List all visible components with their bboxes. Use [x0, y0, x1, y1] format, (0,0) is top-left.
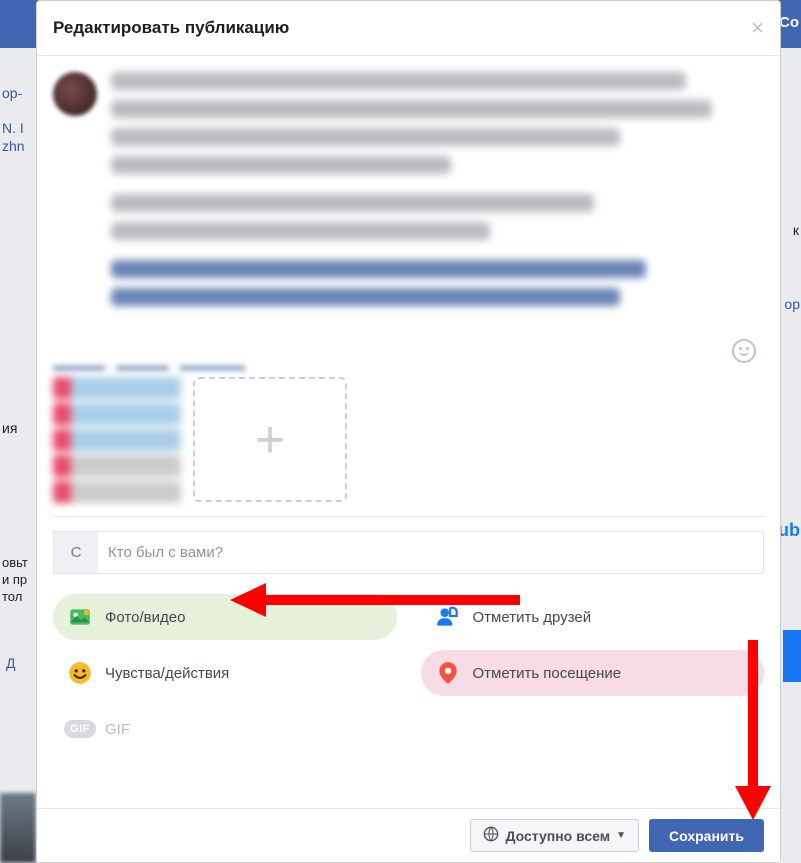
post-content-row	[53, 72, 764, 352]
bg-text: ор-	[2, 85, 22, 101]
bg-text: ор	[784, 296, 800, 312]
media-attachments-row: +	[53, 377, 764, 502]
chevron-down-icon: ▼	[616, 830, 626, 841]
tag-people-input[interactable]	[98, 532, 763, 573]
attached-media-thumbnail[interactable]	[53, 377, 181, 501]
divider	[53, 516, 764, 517]
bg-text: и пр	[2, 572, 27, 587]
tag-friends-option[interactable]: Отметить друзей	[421, 594, 765, 640]
dialog-body: ▬▬▬▬ · ▬▬▬▬ · ▬▬▬▬▬ + С Фото/видео	[37, 56, 780, 752]
bg-photo	[0, 793, 36, 863]
avatar	[53, 72, 97, 116]
photo-video-option[interactable]: Фото/видео	[53, 594, 397, 640]
feeling-icon	[67, 660, 93, 686]
dialog-title: Редактировать публикацию	[53, 18, 289, 38]
bg-text: тол	[2, 589, 22, 604]
option-label: Отметить друзей	[473, 609, 592, 626]
bg-text: ub	[778, 520, 800, 541]
gif-icon: GIF	[67, 716, 93, 742]
privacy-label: Доступно всем	[505, 828, 610, 844]
dialog-header: Редактировать публикацию ×	[37, 1, 780, 56]
bg-text: к	[793, 222, 799, 238]
option-label: Фото/видео	[105, 609, 185, 626]
bg-text: N. I	[2, 120, 24, 136]
link-preview-caption: ▬▬▬▬ · ▬▬▬▬ · ▬▬▬▬▬	[53, 358, 764, 373]
check-in-option[interactable]: Отметить посещение	[421, 650, 765, 696]
bg-blue-block	[783, 630, 801, 682]
feeling-option[interactable]: Чувства/действия	[53, 650, 397, 696]
option-label: Чувства/действия	[105, 665, 229, 682]
bg-text: Д	[6, 655, 15, 671]
option-label: Отметить посещение	[473, 665, 622, 682]
add-media-button[interactable]: +	[193, 377, 347, 502]
save-button[interactable]: Сохранить	[649, 819, 764, 852]
tag-prefix-label: С	[54, 532, 98, 573]
tag-friends-icon	[435, 604, 461, 630]
close-icon[interactable]: ×	[751, 15, 764, 41]
post-text-area[interactable]	[111, 72, 764, 352]
bg-text: ия	[2, 420, 17, 436]
photo-icon	[67, 604, 93, 630]
bg-text: zhn	[2, 138, 25, 154]
privacy-selector-button[interactable]: Доступно всем ▼	[470, 819, 639, 852]
bg-text: овьт	[2, 555, 28, 570]
dialog-footer: Доступно всем ▼ Сохранить	[37, 808, 780, 862]
globe-icon	[483, 826, 499, 845]
edit-post-dialog: Редактировать публикацию × ▬▬▬▬ · ▬▬▬▬ ·…	[36, 0, 781, 863]
post-options-grid: Фото/видео Отметить друзей Чувства/дейст…	[53, 594, 764, 752]
bg-text: Co	[779, 14, 799, 31]
option-label: GIF	[105, 721, 130, 738]
gif-option[interactable]: GIF GIF	[53, 706, 397, 752]
location-icon	[435, 660, 461, 686]
tag-people-row: С	[53, 531, 764, 574]
